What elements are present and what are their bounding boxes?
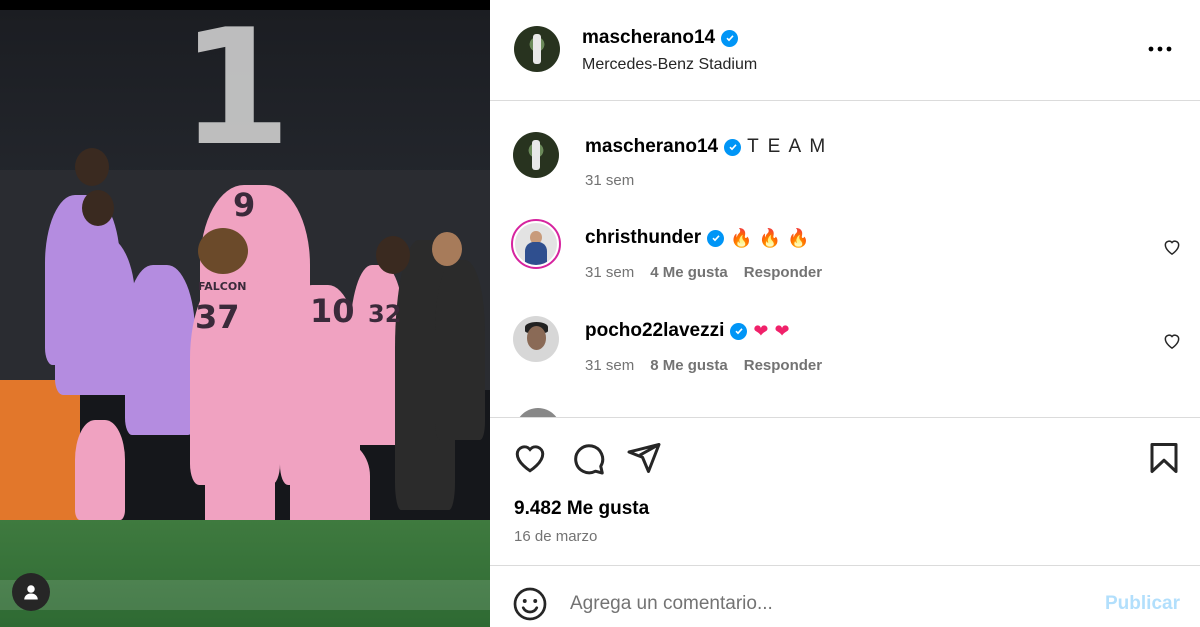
shirt-number-9: 9 — [233, 186, 256, 224]
pitch — [0, 520, 490, 627]
comment-icon[interactable] — [570, 440, 606, 476]
player-pink-legs-2 — [205, 440, 275, 530]
shirt-name: FALCON — [198, 280, 247, 293]
verified-badge-icon — [724, 138, 742, 156]
comment-username[interactable]: christhunder — [585, 227, 701, 249]
comment-input[interactable] — [570, 584, 1070, 624]
commenter-avatar[interactable] — [513, 316, 559, 362]
caption-meta: 31 sem — [585, 172, 634, 189]
user-tag-icon — [24, 585, 38, 600]
emoji-icon[interactable] — [512, 586, 548, 622]
player-pink-legs-1 — [75, 420, 125, 520]
reply-button[interactable]: Responder — [744, 264, 822, 281]
shirt-number-32: 32 — [368, 300, 402, 328]
post-header: mascherano14 Mercedes-Benz Stadium — [490, 0, 1200, 101]
post-photo[interactable]: 1 9 37 10 32 FALCON — [0, 0, 490, 627]
comment-composer: Publicar — [490, 565, 1200, 627]
comment-meta: 31 sem 4 Me gusta Responder — [585, 264, 822, 281]
staff-head — [432, 232, 462, 266]
bookmark-icon[interactable] — [1146, 440, 1182, 476]
comment-like-heart-icon[interactable] — [1162, 237, 1182, 257]
scoreboard-digit: 1 — [180, 0, 292, 181]
heart-emoji: ❤ — [753, 320, 769, 342]
verified-badge-icon — [721, 29, 739, 47]
staff-dark-2 — [435, 260, 485, 440]
post-date[interactable]: 16 de marzo — [514, 528, 597, 545]
comments-list[interactable]: mascherano14 T E A M 31 sem christhunder… — [490, 101, 1200, 417]
player-pink-legs-3 — [290, 440, 370, 530]
post-location[interactable]: Mercedes-Benz Stadium — [582, 56, 757, 74]
pitch-stripe — [0, 580, 490, 610]
reply-button[interactable]: Responder — [744, 357, 822, 374]
player-head-curly — [198, 228, 248, 274]
author-name-row: mascherano14 — [582, 27, 739, 49]
comment-like-heart-icon[interactable] — [1162, 331, 1182, 351]
likes-count[interactable]: 9.482 Me gusta — [514, 498, 649, 520]
fire-emoji: 🔥 — [730, 227, 753, 249]
comment-likes-count[interactable]: 8 Me gusta — [650, 357, 728, 374]
caption-time[interactable]: 31 sem — [585, 172, 634, 189]
player-head-1 — [75, 148, 109, 186]
orange-ad-board — [0, 380, 80, 530]
caption-author-avatar[interactable] — [513, 132, 559, 178]
post-actions: 9.482 Me gusta 16 de marzo — [490, 417, 1200, 565]
user-tag-button[interactable] — [12, 573, 50, 611]
verified-badge-icon — [730, 322, 748, 340]
player-head-2 — [82, 190, 114, 226]
caption-line: mascherano14 T E A M — [585, 136, 827, 158]
player-lilac-bib-2 — [55, 235, 135, 395]
share-icon[interactable] — [626, 440, 662, 476]
comment-time[interactable]: 31 sem — [585, 357, 634, 374]
verified-badge-icon — [707, 229, 725, 247]
comment-line: christhunder 🔥 🔥 🔥 — [585, 227, 809, 249]
comment-likes-count[interactable]: 4 Me gusta — [650, 264, 728, 281]
shirt-number-37: 37 — [195, 298, 240, 336]
caption-username[interactable]: mascherano14 — [585, 136, 718, 158]
comment-time[interactable]: 31 sem — [585, 264, 634, 281]
player-lilac-bib-3 — [125, 265, 195, 435]
shirt-number-10: 10 — [310, 292, 355, 330]
fire-emoji: 🔥 — [786, 227, 810, 249]
comment-username[interactable]: pocho22lavezzi — [585, 320, 724, 342]
player-head-3 — [376, 236, 410, 274]
comment-meta: 31 sem 8 Me gusta Responder — [585, 357, 822, 374]
publish-button[interactable]: Publicar — [1105, 593, 1180, 615]
fire-emoji: 🔥 — [758, 227, 781, 249]
author-avatar[interactable] — [514, 26, 560, 72]
author-username[interactable]: mascherano14 — [582, 27, 715, 49]
commenter-avatar[interactable] — [511, 219, 561, 269]
comment-line: pocho22lavezzi ❤ ❤ — [585, 320, 790, 342]
heart-icon[interactable] — [512, 440, 548, 476]
next-commenter-avatar-partial[interactable] — [515, 408, 561, 417]
more-options-button[interactable] — [1138, 36, 1182, 62]
more-options-icon — [1148, 46, 1172, 52]
post-side-panel: mascherano14 Mercedes-Benz Stadium masch… — [490, 0, 1200, 627]
heart-emoji: ❤ — [774, 320, 790, 342]
caption-text: T E A M — [747, 136, 828, 157]
